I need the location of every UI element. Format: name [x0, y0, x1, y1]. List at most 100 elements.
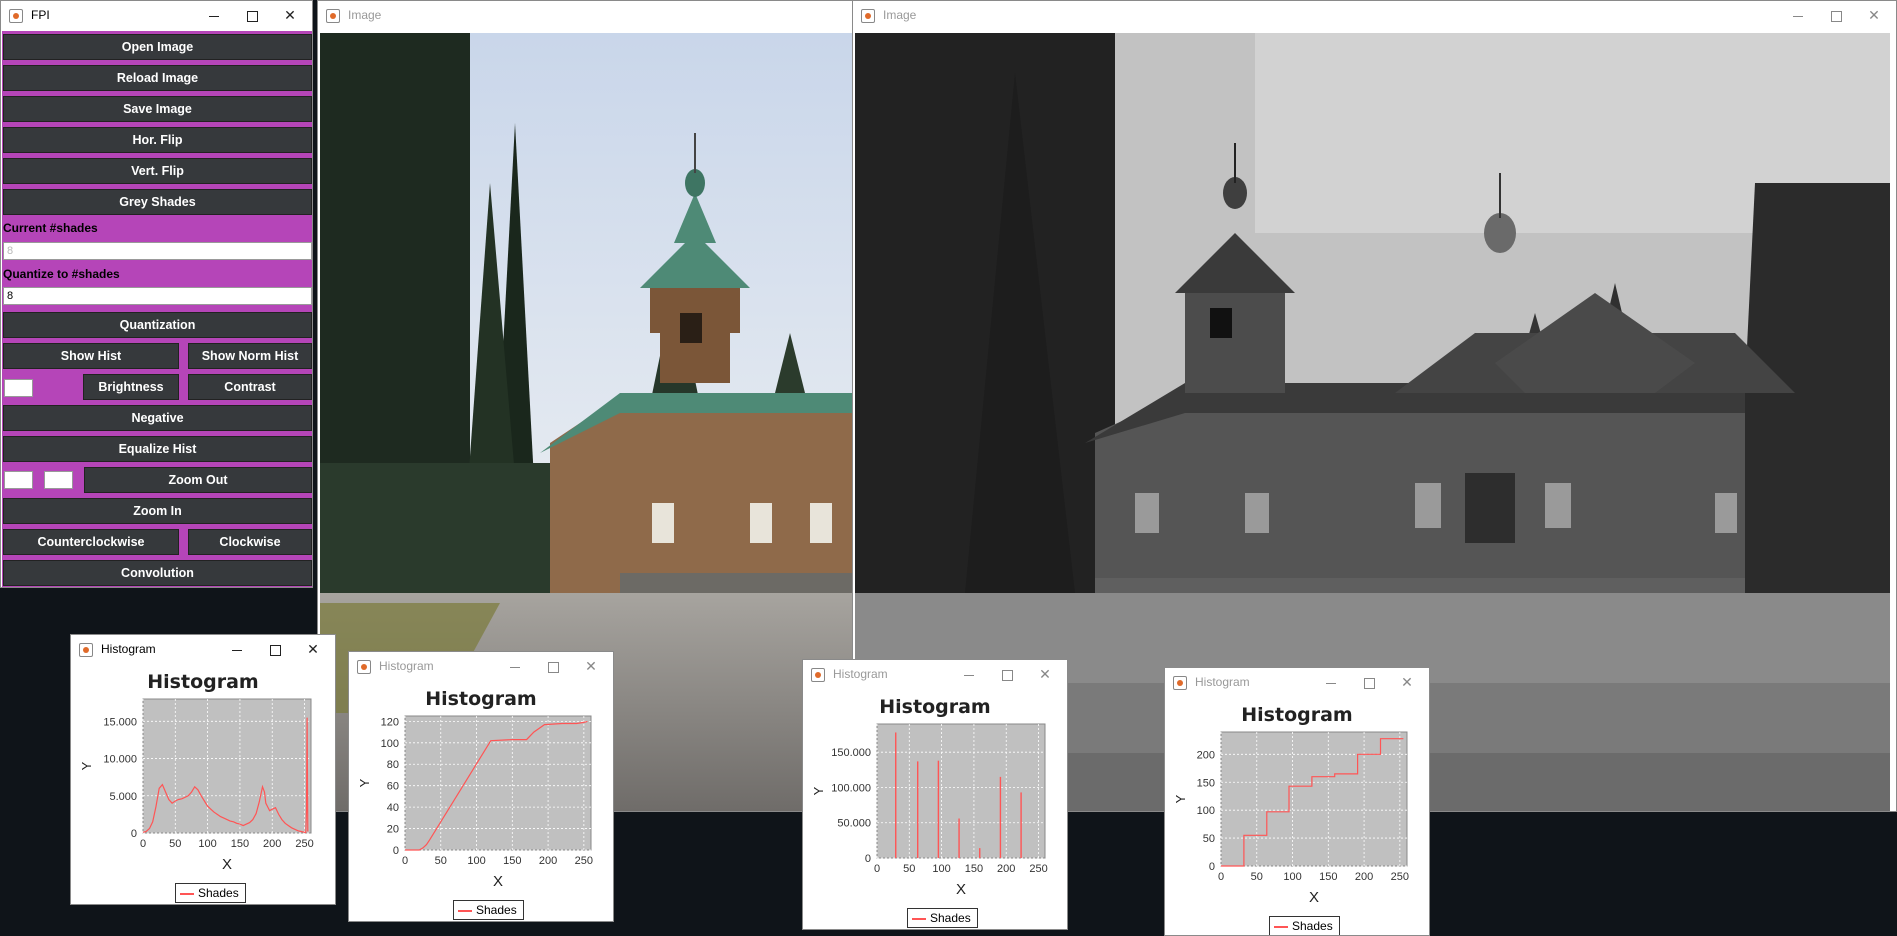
- show-hist-button[interactable]: Show Hist: [3, 343, 179, 369]
- legend: Shades: [175, 883, 246, 903]
- x-tick-label: 100: [1283, 871, 1301, 883]
- x-tick-label: 0: [140, 838, 146, 850]
- x-tick-label: 200: [997, 863, 1015, 875]
- minimize-icon[interactable]: [196, 4, 232, 28]
- zoom-x-input[interactable]: [4, 471, 33, 489]
- x-axis-label: X: [222, 856, 232, 873]
- y-tick-label: 200: [1197, 749, 1215, 761]
- y-tick-label: 150.000: [831, 747, 871, 759]
- plot-area: [1220, 731, 1408, 867]
- fpi-titlebar[interactable]: FPI ✕: [1, 1, 312, 31]
- x-tick-label: 250: [1391, 871, 1409, 883]
- y-tick-label: 0: [865, 853, 871, 865]
- x-tick-label: 150: [1319, 871, 1337, 883]
- y-tick-label: 60: [387, 781, 399, 793]
- minimize-icon[interactable]: [1780, 4, 1816, 28]
- histogram-window-4: Histogram ✕ Histogram 0 50 100 150 200 250 0 50…: [1164, 667, 1430, 936]
- quantize-shades-input[interactable]: 8: [3, 287, 312, 305]
- vertical-flip-button[interactable]: Vert. Flip: [3, 158, 312, 184]
- contrast-button[interactable]: Contrast: [188, 374, 312, 400]
- legend: Shades: [1269, 916, 1340, 935]
- current-shades-label: Current #shades: [3, 221, 98, 235]
- x-tick-label: 150: [503, 855, 521, 867]
- negative-button[interactable]: Negative: [3, 405, 312, 431]
- x-axis-label: X: [1309, 889, 1319, 906]
- y-tick-label: 10.000: [103, 754, 137, 766]
- save-image-button[interactable]: Save Image: [3, 96, 312, 122]
- equalize-hist-button[interactable]: Equalize Hist: [3, 436, 312, 462]
- y-tick-label: 15.000: [103, 716, 137, 728]
- close-icon[interactable]: ✕: [272, 4, 308, 28]
- control-panel: Open Image Reload Image Save Image Hor. …: [2, 31, 312, 587]
- legend-label: Shades: [1292, 919, 1333, 933]
- x-tick-label: 0: [874, 863, 880, 875]
- legend-label: Shades: [198, 886, 239, 900]
- histogram-chart: 0 50 100 150 200 250 0 20 40 60 80 100 120 X Y: [357, 715, 593, 890]
- java-app-icon: [861, 9, 875, 23]
- quantization-button[interactable]: Quantization: [3, 312, 312, 338]
- counterclockwise-button[interactable]: Counterclockwise: [3, 529, 179, 555]
- plot-area: [876, 723, 1046, 859]
- clockwise-button[interactable]: Clockwise: [188, 529, 312, 555]
- grey-shades-button[interactable]: Grey Shades: [3, 189, 312, 215]
- y-tick-label: 0: [393, 845, 399, 857]
- legend-label: Shades: [930, 911, 971, 925]
- x-tick-label: 200: [263, 838, 281, 850]
- plot-area: [142, 698, 312, 834]
- open-image-button[interactable]: Open Image: [3, 34, 312, 60]
- window-title: Image: [883, 8, 917, 22]
- image-titlebar[interactable]: Image ✕: [853, 1, 1896, 33]
- y-tick-label: 5.000: [109, 791, 137, 803]
- show-norm-hist-button[interactable]: Show Norm Hist: [188, 343, 312, 369]
- y-tick-label: 50.000: [837, 818, 871, 830]
- y-axis-label: Y: [1173, 794, 1188, 803]
- legend-label: Shades: [476, 903, 517, 917]
- x-axis-label: X: [956, 881, 966, 898]
- x-tick-label: 100: [467, 855, 485, 867]
- zoom-y-input[interactable]: [44, 471, 73, 489]
- y-tick-label: 100: [381, 738, 399, 750]
- quantize-shades-label: Quantize to #shades: [3, 267, 120, 281]
- legend-swatch: [180, 892, 194, 895]
- y-tick-label: 80: [387, 759, 399, 771]
- x-tick-label: 50: [169, 838, 181, 850]
- zoom-out-button[interactable]: Zoom Out: [84, 467, 312, 493]
- y-tick-label: 120: [381, 716, 399, 728]
- legend: Shades: [453, 900, 524, 920]
- x-axis-label: X: [493, 873, 503, 890]
- legend-swatch: [458, 909, 472, 912]
- close-icon[interactable]: ✕: [1856, 4, 1892, 28]
- image-titlebar[interactable]: Image: [318, 1, 854, 33]
- legend-swatch: [1274, 925, 1288, 928]
- y-axis-label: Y: [811, 786, 826, 795]
- x-tick-label: 250: [295, 838, 313, 850]
- histogram-window-3: Histogram ✕ Histogram 0 50 100 150 200 250 0 50…: [802, 659, 1068, 930]
- java-app-icon: [9, 9, 23, 23]
- histogram-chart: 0 50 100 150 200 250 0 50 100 150 200 X Y: [1173, 731, 1409, 906]
- x-tick-label: 50: [1251, 871, 1263, 883]
- legend: Shades: [907, 908, 978, 928]
- histogram-chart: 0 50 100 150 200 250 0 5.000 10.000 15.000 X Y: [79, 698, 314, 873]
- y-tick-label: 20: [387, 824, 399, 836]
- zoom-in-button[interactable]: Zoom In: [3, 498, 312, 524]
- y-tick-label: 100.000: [831, 782, 871, 794]
- histogram-window-1: Histogram ✕ Histogram 0 50 100 150 200 250 0 5.…: [70, 634, 336, 905]
- reload-image-button[interactable]: Reload Image: [3, 65, 312, 91]
- window-title: FPI: [31, 8, 50, 22]
- x-tick-label: 200: [1355, 871, 1373, 883]
- brightness-button[interactable]: Brightness: [83, 374, 179, 400]
- y-tick-label: 50: [1203, 833, 1215, 845]
- legend-swatch: [912, 917, 926, 920]
- horizontal-flip-button[interactable]: Hor. Flip: [3, 127, 312, 153]
- y-tick-label: 150: [1197, 777, 1215, 789]
- x-tick-label: 200: [539, 855, 557, 867]
- current-shades-field: 8: [3, 242, 312, 260]
- maximize-icon[interactable]: [234, 4, 270, 28]
- y-tick-label: 0: [1209, 861, 1215, 873]
- x-tick-label: 150: [231, 838, 249, 850]
- convolution-button[interactable]: Convolution: [3, 560, 312, 586]
- x-tick-label: 100: [932, 863, 950, 875]
- maximize-icon[interactable]: [1818, 4, 1854, 28]
- brightness-input[interactable]: [4, 379, 33, 397]
- x-tick-label: 0: [402, 855, 408, 867]
